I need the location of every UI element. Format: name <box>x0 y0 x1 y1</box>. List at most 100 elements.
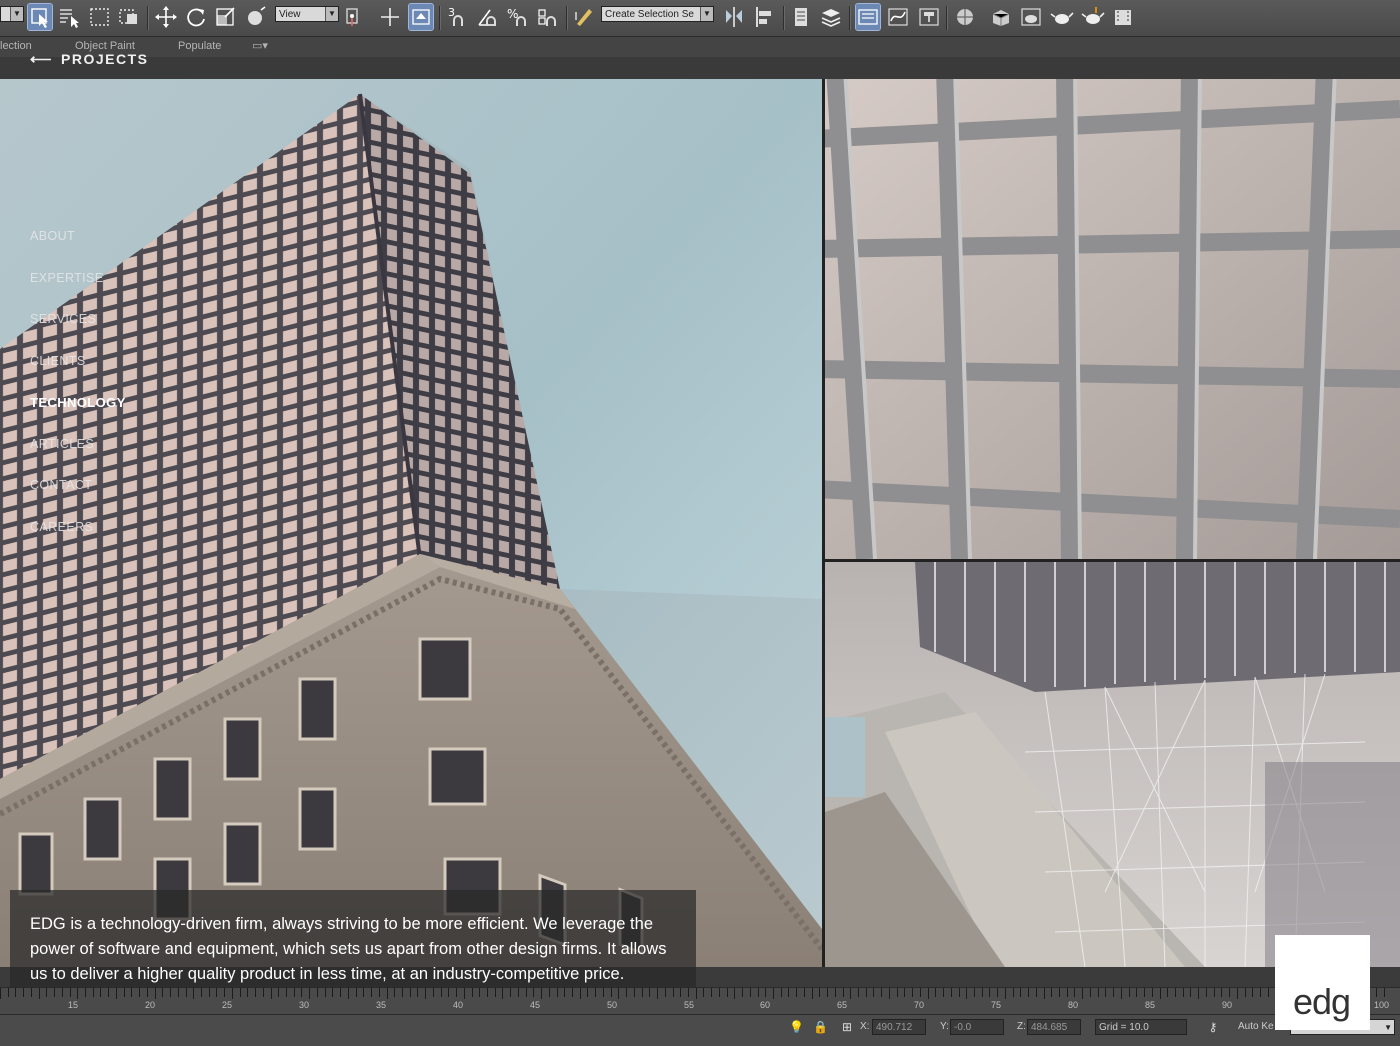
placement-button[interactable] <box>244 4 268 30</box>
layers-icon <box>821 9 841 27</box>
nav-clients[interactable]: CLIENTS <box>30 354 126 396</box>
timeline-tick <box>371 988 373 997</box>
align-button[interactable] <box>753 4 777 30</box>
isolate-selection-icon[interactable]: 💡 <box>789 1019 804 1035</box>
timeline-tick <box>200 988 202 997</box>
viewport-top-right[interactable] <box>825 79 1400 559</box>
timeline-tick <box>734 988 736 999</box>
timeline-tick <box>1174 988 1176 997</box>
nav-expertise[interactable]: EXPERTISE <box>30 271 126 313</box>
timeline-tick <box>927 988 929 999</box>
back-to-projects-link[interactable]: ⟵ PROJECTS <box>30 50 148 68</box>
curve-editor-button[interactable] <box>886 4 910 30</box>
perspective-viewport-main[interactable]: ABOUT EXPERTISE SERVICES CLIENTS TECHNOL… <box>0 79 822 967</box>
nav-services[interactable]: SERVICES <box>30 312 126 354</box>
timeline-tick <box>718 988 720 997</box>
reference-coordinate-dropdown[interactable]: View ▼ <box>275 6 339 22</box>
render-production-button[interactable] <box>1050 4 1074 30</box>
keyboard-shortcut-override-button[interactable] <box>408 3 434 31</box>
viewport-bottom-right[interactable] <box>825 562 1400 967</box>
timeline-frame-label: 60 <box>760 1000 771 1010</box>
render-setup-icon <box>992 10 1010 26</box>
use-pivot-button[interactable] <box>343 4 367 30</box>
rendered-frame-window-button[interactable] <box>1019 4 1043 30</box>
y-coord-label: Y: <box>940 1021 949 1032</box>
material-editor-icon <box>957 9 973 25</box>
timeline-tick <box>471 988 473 997</box>
absolute-transform-icon[interactable]: ⊞ <box>840 1019 854 1035</box>
lock-selection-icon[interactable]: 🔒 <box>813 1019 828 1035</box>
nav-technology[interactable]: TECHNOLOGY <box>30 395 126 437</box>
timeline-tick <box>950 988 952 997</box>
timeline-tick <box>1105 988 1107 997</box>
z-coordinate-field[interactable]: 484.685 <box>1027 1019 1081 1035</box>
timeline-tick <box>517 988 519 997</box>
timeline-tick <box>401 988 403 997</box>
rotate-button[interactable] <box>184 4 208 30</box>
nav-contact[interactable]: CONTACT <box>30 478 126 520</box>
nav-careers[interactable]: CAREERS <box>30 520 126 562</box>
layer-explorer-button[interactable] <box>789 4 813 30</box>
timeline-tick <box>981 988 983 997</box>
selection-filter-dropdown[interactable]: ▼ <box>0 6 24 22</box>
tab-selection[interactable]: lection <box>0 40 32 52</box>
snaps-toggle-button[interactable]: 3 <box>446 4 470 30</box>
timeline-tick <box>239 988 241 997</box>
window-crossing-button[interactable] <box>117 4 141 30</box>
scene-explorer-button[interactable] <box>855 3 881 31</box>
timeline-tick <box>54 988 56 997</box>
layers-button[interactable] <box>819 4 843 30</box>
timeline-tick <box>811 988 813 999</box>
timeline-tick <box>146 988 148 997</box>
y-coordinate-field[interactable]: -0.0 <box>950 1019 1004 1035</box>
auto-key-button[interactable]: Auto Ke <box>1238 1021 1274 1032</box>
timeline-tick <box>997 988 999 997</box>
scale-button[interactable] <box>214 4 238 30</box>
move-icon <box>155 6 177 28</box>
timeline-frame-label: 35 <box>376 1000 387 1010</box>
tab-populate[interactable]: Populate <box>178 40 221 52</box>
rotate-icon <box>187 8 205 27</box>
timeline-tick <box>1159 988 1161 999</box>
nav-articles[interactable]: ARTICLES <box>30 437 126 479</box>
mirror-button[interactable] <box>722 4 746 30</box>
timeline-tick <box>564 988 566 997</box>
status-bar: 💡 🔒 ⊞ X: 490.712 Y: -0.0 Z: 484.685 Grid… <box>0 1014 1400 1046</box>
timeline-tick <box>61 988 63 997</box>
move-button[interactable] <box>154 4 178 30</box>
timeline-tick <box>1383 988 1385 997</box>
timeline-tick <box>30 988 32 997</box>
timeline-tick <box>92 988 94 997</box>
angle-snap-button[interactable] <box>476 4 500 30</box>
timeline-tick <box>332 988 334 997</box>
timeline-tick <box>1167 988 1169 997</box>
timeline-tick <box>154 988 156 999</box>
spinner-snap-button[interactable] <box>536 4 560 30</box>
render-iterative-button[interactable] <box>1081 4 1105 30</box>
timeline-tick <box>270 988 272 999</box>
render-setup-button[interactable] <box>989 4 1013 30</box>
select-by-name-button[interactable] <box>57 4 81 30</box>
schematic-view-icon <box>919 8 939 26</box>
key-icon[interactable]: ⚷ <box>1202 1019 1224 1035</box>
rectangular-selection-button[interactable] <box>88 4 112 30</box>
named-selection-sets-dropdown[interactable]: Create Selection Se ▼ <box>601 6 714 22</box>
nav-about[interactable]: ABOUT <box>30 229 126 271</box>
timeline-tick <box>23 988 25 997</box>
timeline-tick <box>1066 988 1068 997</box>
select-object-button[interactable] <box>27 3 53 31</box>
render-in-cloud-button[interactable] <box>1111 4 1135 30</box>
schematic-view-button[interactable] <box>917 4 941 30</box>
x-coordinate-field[interactable]: 490.712 <box>872 1019 926 1035</box>
edit-named-selection-button[interactable] <box>572 4 596 30</box>
percent-snap-button[interactable]: % <box>506 4 530 30</box>
timeline-tick <box>873 988 875 997</box>
timeline-frame-label: 45 <box>530 1000 541 1010</box>
ribbon-options-icon[interactable]: ▭▾ <box>252 39 268 52</box>
timeline-tick <box>1190 988 1192 997</box>
select-manipulate-button[interactable] <box>378 4 402 30</box>
timeline-tick <box>324 988 326 997</box>
material-editor-button[interactable] <box>953 4 977 30</box>
site-nav: ABOUT EXPERTISE SERVICES CLIENTS TECHNOL… <box>30 229 126 561</box>
time-slider-track[interactable]: 15 20 25 30 35 40 45 50 55 60 65 70 75 80 85 90 100 <box>0 987 1400 1014</box>
